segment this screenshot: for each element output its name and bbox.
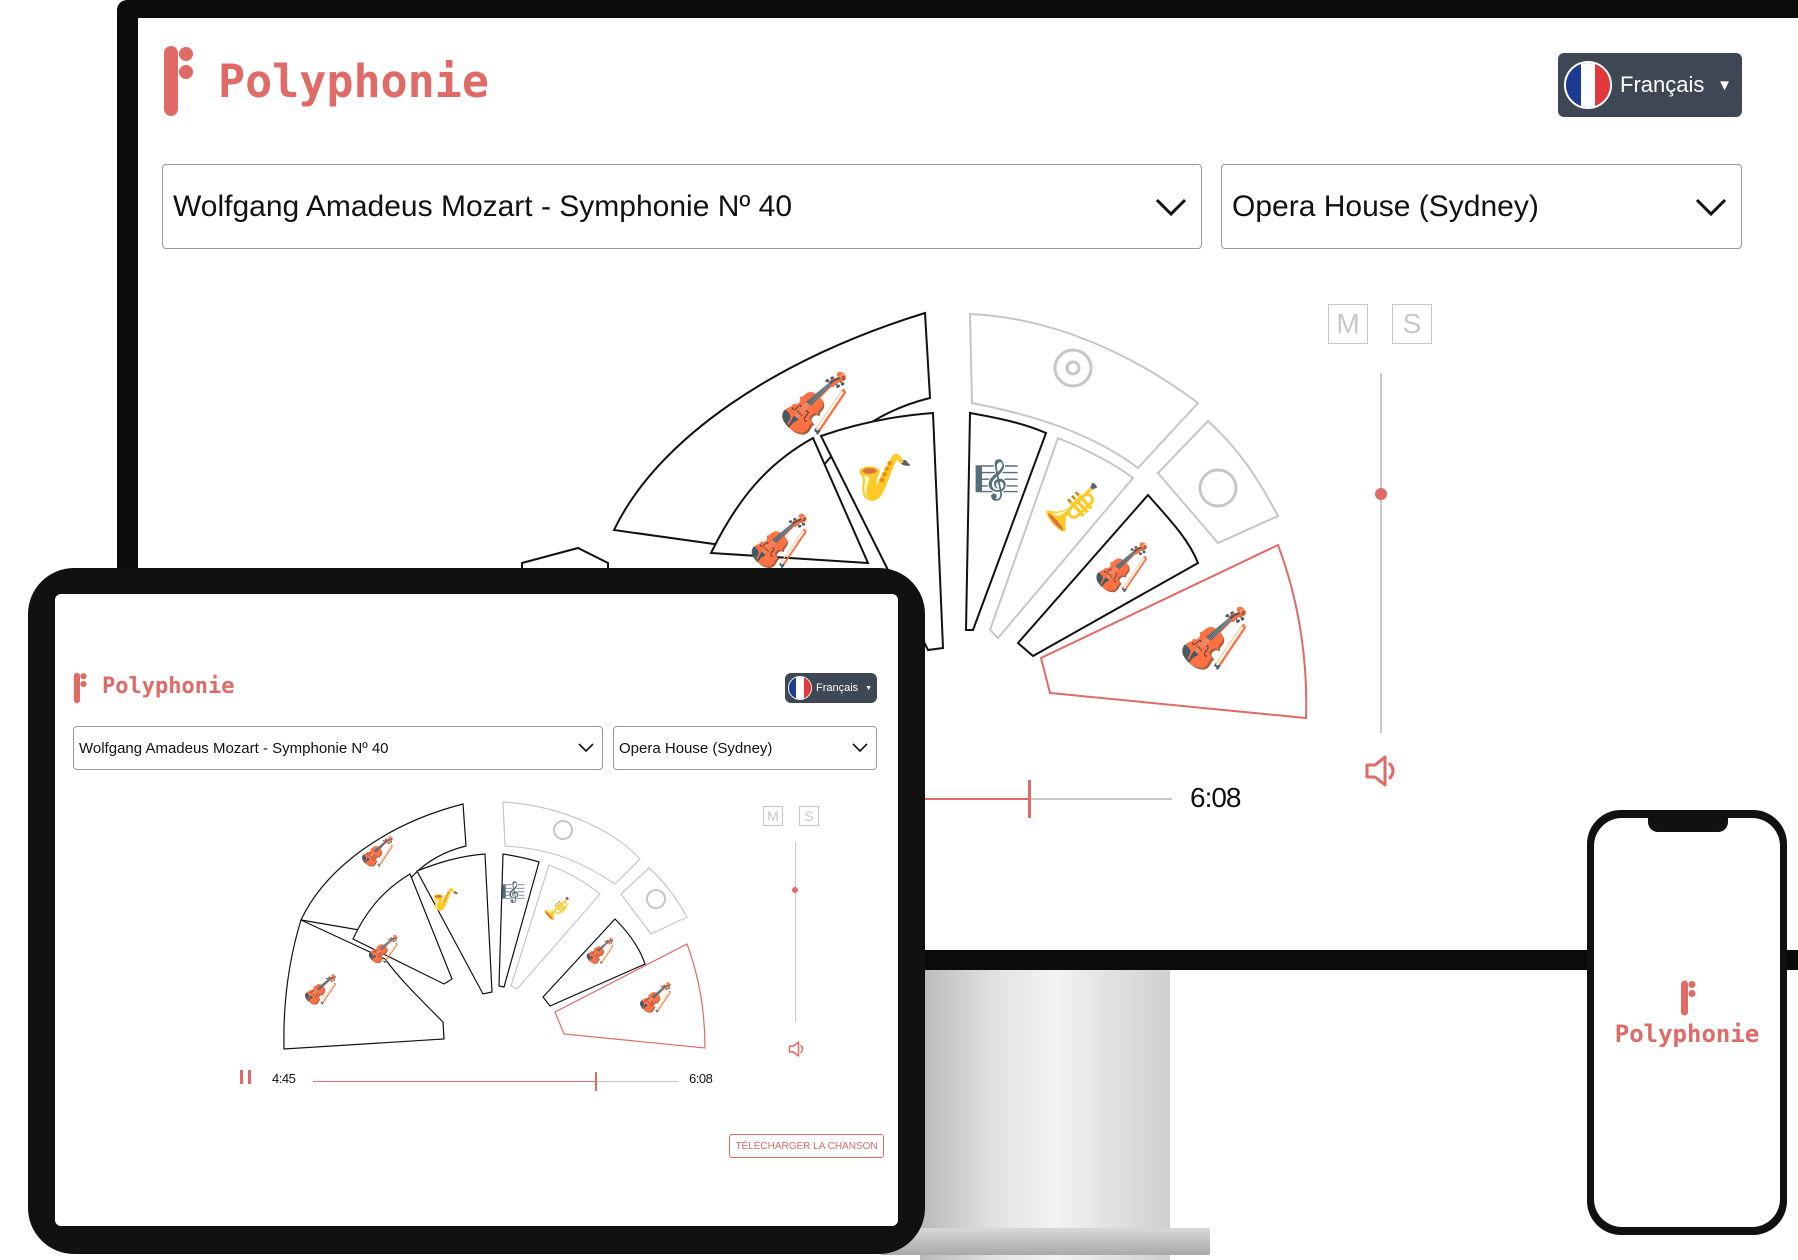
- contrabass-icon: 🎻: [303, 973, 338, 1006]
- violin-icon: 🎻: [1178, 605, 1250, 671]
- progress-remaining[interactable]: [597, 1081, 679, 1082]
- progress-played[interactable]: [313, 1081, 597, 1082]
- logo-mark-icon: [1681, 980, 1696, 1016]
- pause-icon[interactable]: [240, 1070, 251, 1084]
- cello-icon: 🎻: [360, 835, 395, 868]
- solo-button[interactable]: S: [1392, 304, 1432, 344]
- progress-thumb[interactable]: [1028, 780, 1031, 818]
- cello-icon: 🎻: [778, 370, 850, 436]
- mute-button[interactable]: M: [763, 806, 783, 826]
- phone-screen: Polyphonie: [1594, 818, 1780, 1227]
- total-time: 6:08: [1190, 782, 1241, 813]
- violin-icon: 🎻: [748, 512, 810, 569]
- speaker-icon[interactable]: [788, 1040, 806, 1058]
- download-button[interactable]: TÉLÉCHARGER LA CHANSON: [729, 1134, 884, 1158]
- flute-icon: 🎼: [501, 880, 526, 904]
- orchestra-map: 🎻 🎻 🎻 🎷 🎼 🎺 🎻 🎻: [283, 801, 706, 1050]
- tablet-screen: Polyphonie Français ▼ Wolfgang Amadeus M…: [55, 594, 898, 1226]
- violin-icon: 🎻: [638, 981, 673, 1014]
- volume-slider-track[interactable]: [795, 842, 796, 1022]
- volume-slider-thumb[interactable]: [1375, 488, 1387, 500]
- brand-logo: [1680, 980, 1696, 1021]
- viola-icon: 🎻: [1093, 541, 1150, 594]
- flute-icon: 🎼: [973, 458, 1020, 502]
- bassoon-icon: 🎷: [432, 887, 459, 912]
- current-time: 4:45: [272, 1071, 296, 1086]
- orchestra-section-horn[interactable]: [1156, 419, 1280, 545]
- solo-button[interactable]: S: [799, 806, 819, 826]
- progress-thumb[interactable]: [595, 1072, 597, 1091]
- orchestra-section-horn[interactable]: [620, 867, 688, 935]
- total-time: 6:08: [689, 1071, 713, 1086]
- phone-notch: [1648, 816, 1728, 832]
- bassoon-icon: 🎷: [856, 451, 913, 503]
- monitor-stand: [920, 960, 1170, 1260]
- trumpet-icon: 🎺: [543, 896, 570, 921]
- mute-button[interactable]: M: [1328, 304, 1368, 344]
- violin-icon: 🎻: [367, 934, 399, 964]
- brand-name: Polyphonie: [1614, 1020, 1760, 1048]
- trumpet-icon: 🎺: [1043, 481, 1100, 534]
- volume-slider-thumb[interactable]: [792, 887, 798, 893]
- speaker-icon[interactable]: [1364, 753, 1400, 789]
- progress-remaining[interactable]: [1030, 798, 1172, 800]
- monitor-stand-foot: [880, 1228, 1210, 1255]
- viola-icon: 🎻: [585, 937, 615, 965]
- volume-slider-track[interactable]: [1380, 373, 1382, 733]
